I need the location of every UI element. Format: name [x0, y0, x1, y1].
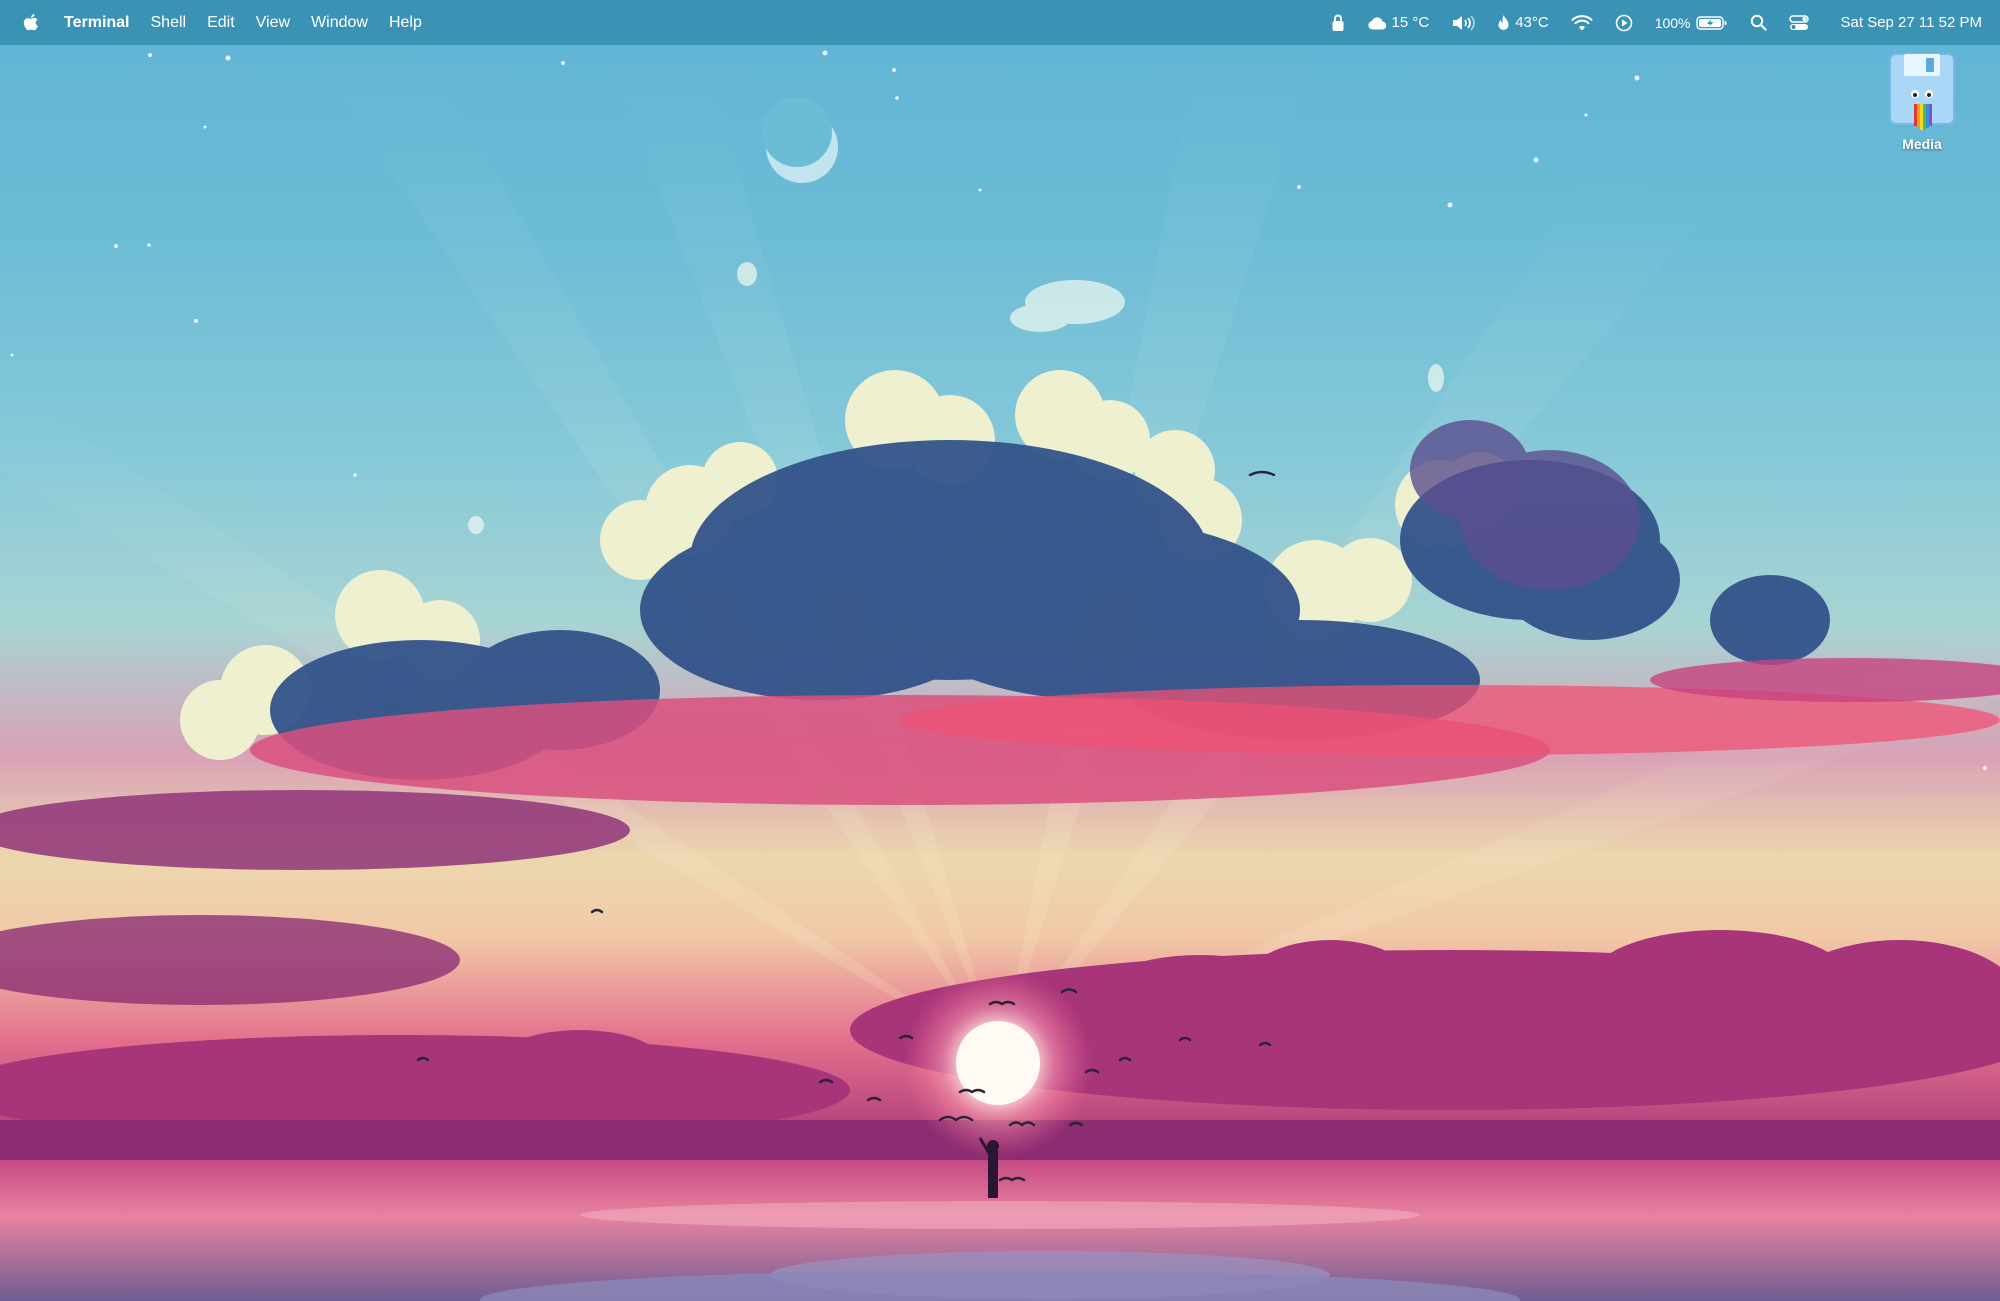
flame-icon: [1497, 14, 1510, 32]
desktop-icon-media[interactable]: Media: [1880, 52, 1964, 152]
status-area: 15 °C 43°C 100% Sat Sep 27 11 52 PM: [1309, 0, 1982, 45]
menu-help[interactable]: Help: [389, 14, 422, 32]
battery-status[interactable]: 100%: [1655, 15, 1728, 31]
menu-edit[interactable]: Edit: [207, 14, 235, 32]
floppy-disk-icon: [1889, 53, 1955, 130]
cpu-temp: 43°C: [1515, 14, 1549, 31]
desktop-icon-label: Media: [1902, 136, 1942, 152]
menu-view[interactable]: View: [256, 14, 290, 32]
desktop[interactable]: Terminal Shell Edit View Window Help 15 …: [0, 0, 2000, 1301]
menu-bar: Terminal Shell Edit View Window Help 15 …: [0, 0, 2000, 45]
battery-icon: [1695, 15, 1728, 31]
weather-status[interactable]: 15 °C: [1367, 14, 1430, 31]
search-icon[interactable]: [1750, 14, 1767, 31]
moon: [762, 97, 838, 183]
menubar-clock[interactable]: Sat Sep 27 11 52 PM: [1841, 14, 1982, 31]
control-center-icon[interactable]: [1788, 14, 1809, 31]
battery-percent: 100%: [1654, 14, 1691, 31]
wallpaper: [0, 40, 2000, 1301]
wifi-icon[interactable]: [1571, 14, 1593, 31]
sun: [903, 968, 1093, 1158]
cloud-icon: [1367, 16, 1387, 30]
menu-shell[interactable]: Shell: [151, 14, 187, 32]
menu-window[interactable]: Window: [311, 14, 368, 32]
weather-temp: 15 °C: [1391, 14, 1430, 31]
apple-icon[interactable]: [22, 13, 40, 33]
lock-icon[interactable]: [1331, 14, 1345, 32]
volume-icon[interactable]: [1451, 14, 1475, 32]
play-circle-icon[interactable]: [1615, 14, 1633, 32]
menu-app-name[interactable]: Terminal: [64, 14, 130, 32]
temperature-status[interactable]: 43°C: [1497, 14, 1549, 32]
